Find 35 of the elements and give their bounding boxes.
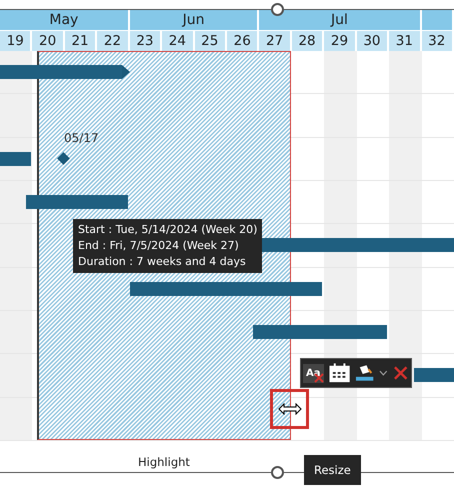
week-header: 26	[226, 31, 260, 51]
week-header: 31	[389, 31, 422, 51]
fill-color-icon[interactable]	[354, 363, 374, 383]
month-header: Jun	[130, 10, 260, 30]
task-bar[interactable]	[414, 368, 454, 382]
tooltip-line: Duration : 7 weeks and 4 days	[78, 254, 247, 270]
week-header: 32	[422, 31, 454, 51]
range-handle[interactable]	[271, 466, 284, 479]
arrow-icon	[122, 65, 130, 79]
highlight-label: Highlight	[138, 455, 190, 469]
month-header: Jul	[259, 10, 422, 30]
week-header: 25	[194, 31, 227, 51]
week-header: 21	[64, 31, 98, 51]
caret-icon[interactable]	[378, 370, 388, 376]
week-header: 29	[324, 31, 357, 51]
milestone-label: 05/17	[64, 131, 99, 145]
week-header: 20	[32, 31, 65, 51]
task-bar[interactable]	[130, 282, 322, 296]
week-header: 27	[259, 31, 292, 51]
calendar-icon[interactable]	[328, 363, 350, 383]
week-header: 28	[292, 31, 324, 51]
week-header: 22	[97, 31, 130, 51]
month-header: May	[0, 10, 130, 30]
resize-tooltip: Resize	[304, 455, 361, 485]
task-bar[interactable]	[0, 152, 31, 166]
tooltip-line: Start : Tue, 5/14/2024 (Week 20)	[78, 222, 258, 238]
week-header: 23	[130, 31, 162, 51]
resize-handle[interactable]	[270, 389, 309, 429]
week-header: 30	[356, 31, 390, 51]
week-header: 24	[162, 31, 195, 51]
tooltip-line: End : Fri, 7/5/2024 (Week 27)	[78, 238, 240, 254]
range-handle[interactable]	[271, 3, 284, 16]
task-bar[interactable]	[253, 324, 387, 339]
delete-icon[interactable]	[392, 365, 408, 381]
week-header: 19	[0, 31, 32, 51]
